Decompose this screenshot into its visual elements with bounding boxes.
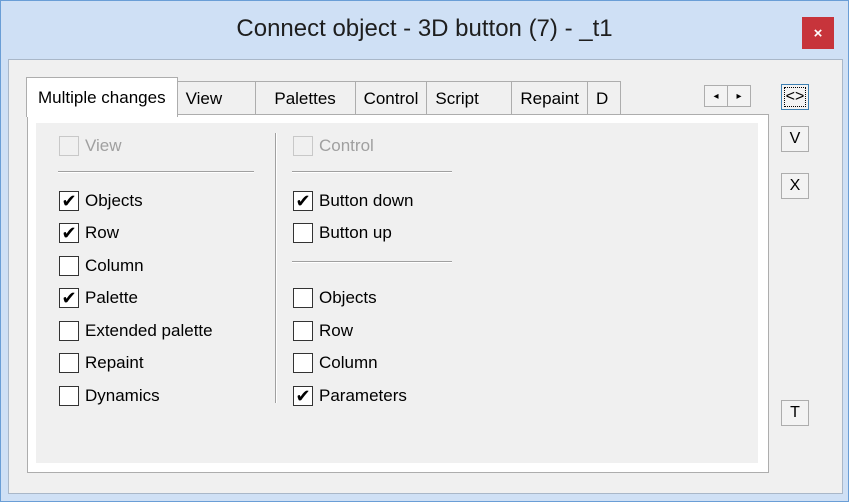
checkbox-label: Button up bbox=[319, 223, 392, 242]
checkbox-label: Button down bbox=[319, 191, 414, 210]
separator bbox=[292, 171, 452, 173]
tab-repaint[interactable]: Repaint bbox=[511, 81, 588, 115]
checkbox-repaint[interactable]: Repaint bbox=[59, 350, 144, 376]
tab-view[interactable]: View bbox=[176, 81, 256, 115]
close-icon: × bbox=[813, 24, 823, 42]
checkbox-label: Repaint bbox=[85, 353, 144, 372]
checkbox-box bbox=[293, 288, 313, 308]
checkbox-label: Row bbox=[85, 223, 120, 242]
checkbox-column-2[interactable]: Column bbox=[293, 350, 378, 376]
check-icon: ✔ bbox=[295, 191, 311, 211]
dialog-window: Connect object - 3D button (7) - _t1 × M… bbox=[0, 0, 849, 502]
checkbox-objects-2[interactable]: Objects bbox=[293, 285, 377, 311]
dialog-client-area: Multiple changes View Palettes Control S… bbox=[8, 59, 843, 494]
tab-strip: Multiple changes View Palettes Control S… bbox=[26, 77, 621, 117]
swap-button[interactable]: <> bbox=[781, 84, 809, 110]
title-bar[interactable]: Connect object - 3D button (7) - _t1 × bbox=[1, 1, 848, 59]
tab-script[interactable]: Script bbox=[426, 81, 513, 115]
vertical-separator bbox=[275, 133, 277, 403]
checkbox-column[interactable]: Column bbox=[59, 253, 144, 279]
checkbox-box: ✔ bbox=[59, 191, 79, 211]
view-header-checkbox: View bbox=[59, 133, 122, 159]
checkbox-parameters[interactable]: ✔ Parameters bbox=[293, 383, 407, 409]
checkbox-label: Parameters bbox=[319, 386, 407, 405]
checkbox-box: ✔ bbox=[293, 191, 313, 211]
checkbox-box bbox=[293, 223, 313, 243]
checkbox-box bbox=[293, 136, 313, 156]
checkbox-label: Objects bbox=[85, 191, 143, 210]
tab-multiple-changes[interactable]: Multiple changes bbox=[26, 77, 178, 117]
checkbox-label: Dynamics bbox=[85, 386, 160, 405]
checkbox-box: ✔ bbox=[59, 288, 79, 308]
separator bbox=[58, 171, 254, 173]
checkbox-label: Objects bbox=[319, 288, 377, 307]
checkbox-box bbox=[293, 321, 313, 341]
checkbox-row[interactable]: ✔ Row bbox=[59, 220, 119, 246]
checkbox-label: Column bbox=[319, 353, 378, 372]
tab-scroll-right-icon[interactable]: ▸ bbox=[727, 85, 751, 107]
checkbox-label: Extended palette bbox=[85, 321, 213, 340]
window-title: Connect object - 3D button (7) - _t1 bbox=[236, 15, 613, 42]
checkbox-palette[interactable]: ✔ Palette bbox=[59, 285, 138, 311]
checkbox-box: ✔ bbox=[293, 386, 313, 406]
checkbox-box bbox=[59, 386, 79, 406]
checkbox-box bbox=[59, 321, 79, 341]
tab-scroll-buttons: ◂ ▸ bbox=[704, 85, 751, 107]
tab-palettes[interactable]: Palettes bbox=[254, 81, 356, 115]
checkbox-row-2[interactable]: Row bbox=[293, 318, 353, 344]
checkbox-objects[interactable]: ✔ Objects bbox=[59, 188, 143, 214]
checkbox-dynamics[interactable]: Dynamics bbox=[59, 383, 160, 409]
checkbox-box bbox=[59, 256, 79, 276]
checkbox-button-up[interactable]: Button up bbox=[293, 220, 392, 246]
checkbox-label: Row bbox=[319, 321, 354, 340]
checkbox-box bbox=[293, 353, 313, 373]
x-button[interactable]: X bbox=[781, 173, 809, 199]
separator bbox=[292, 261, 452, 263]
checkbox-label: Palette bbox=[85, 288, 138, 307]
checkbox-label: Control bbox=[319, 136, 374, 155]
options-area: View ✔ Objects ✔ Row Column ✔ Palette Ex… bbox=[36, 123, 758, 463]
tab-control[interactable]: Control bbox=[354, 81, 428, 115]
tab-d-truncated[interactable]: D bbox=[587, 81, 621, 115]
checkbox-box: ✔ bbox=[59, 223, 79, 243]
check-icon: ✔ bbox=[61, 223, 77, 243]
tab-panel: View ✔ Objects ✔ Row Column ✔ Palette Ex… bbox=[27, 114, 769, 473]
check-icon: ✔ bbox=[61, 288, 77, 308]
checkbox-label: Column bbox=[85, 256, 144, 275]
v-button[interactable]: V bbox=[781, 126, 809, 152]
checkbox-label: View bbox=[85, 136, 122, 155]
check-icon: ✔ bbox=[295, 386, 311, 406]
check-icon: ✔ bbox=[61, 191, 77, 211]
control-header-checkbox: Control bbox=[293, 133, 374, 159]
t-button[interactable]: T bbox=[781, 400, 809, 426]
close-button[interactable]: × bbox=[802, 17, 834, 49]
checkbox-extended-palette[interactable]: Extended palette bbox=[59, 318, 213, 344]
tab-scroll-left-icon[interactable]: ◂ bbox=[704, 85, 728, 107]
checkbox-button-down[interactable]: ✔ Button down bbox=[293, 188, 414, 214]
checkbox-box bbox=[59, 353, 79, 373]
checkbox-box bbox=[59, 136, 79, 156]
